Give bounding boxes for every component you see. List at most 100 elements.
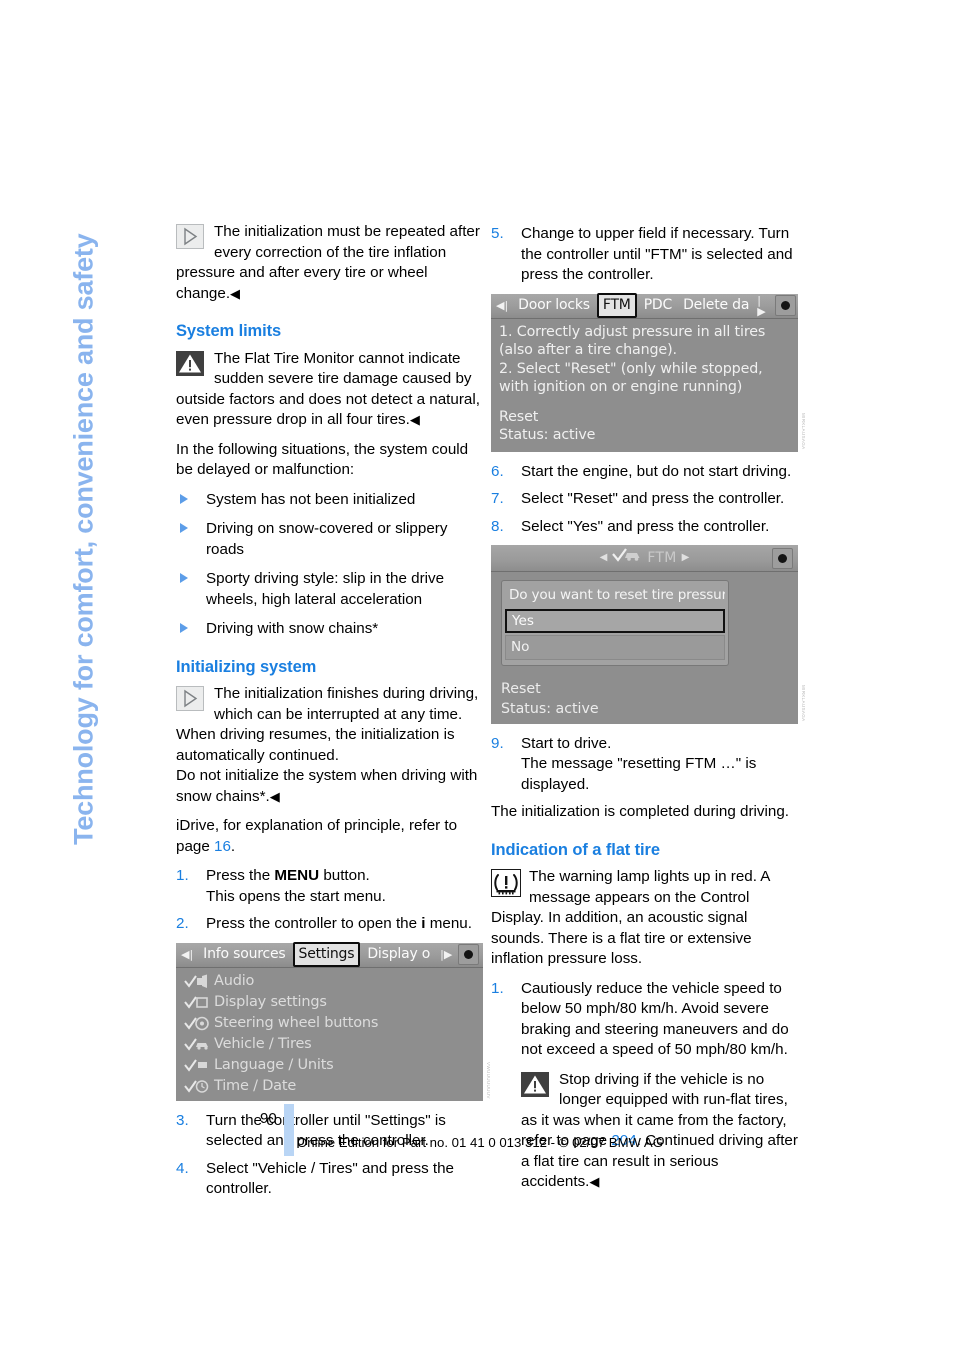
- idrive-reference-post: .: [230, 837, 236, 855]
- ftm-reset-item[interactable]: Reset: [501, 679, 788, 699]
- reset-confirm-dialog: Do you want to reset tire pressur Yes No: [501, 580, 729, 666]
- tab-info-sources[interactable]: Info sources: [199, 943, 289, 966]
- menu-row-label: Language / Units: [214, 1056, 334, 1073]
- step-number: 7.: [491, 490, 504, 507]
- menu-row-display-settings[interactable]: Display settings: [176, 992, 483, 1013]
- figure-id-label: MIRKLAUSAGA: [801, 685, 806, 722]
- note-initializing-text-3: Do not initialize the system when drivin…: [176, 767, 478, 805]
- right-arrow-icon[interactable]: |▶: [754, 295, 772, 317]
- note-triangle-icon: [176, 686, 206, 713]
- page-number: 90: [260, 1110, 277, 1127]
- menu-row-language-units[interactable]: Language / Units: [176, 1055, 483, 1076]
- check-language-icon: [184, 1058, 214, 1073]
- note-initializing-text-1: The initialization finishes during drivi…: [214, 685, 479, 723]
- tab-pdc[interactable]: PDC: [640, 294, 676, 317]
- tab-ftm[interactable]: FTM: [596, 293, 637, 318]
- step-text-line1: Start to drive.: [521, 734, 612, 752]
- dialog-option-yes[interactable]: Yes: [505, 608, 725, 633]
- menu-row-audio[interactable]: Audio: [176, 971, 483, 992]
- screenshot-settings-menu: ◀| Info sources Settings Display o |▶ Au…: [176, 942, 491, 1101]
- right-arrow-icon[interactable]: ▶: [682, 548, 690, 569]
- menu-row-time-date[interactable]: Time / Date: [176, 1076, 483, 1097]
- steps-6-8-list: 6. Start the engine, but do not start dr…: [491, 462, 798, 538]
- list-item: 6. Start the engine, but do not start dr…: [491, 462, 798, 483]
- step-text-line2: This opens the start menu.: [206, 887, 386, 905]
- ftm-body-line-3: 2. Select "Reset" (only while stopped,: [499, 360, 763, 377]
- chapter-tab: Technology for comfort, convenience and …: [0, 218, 168, 938]
- screenshot-reset-dialog: ◀ FTM ▶ Do you want to reset tire pressu…: [491, 545, 806, 724]
- menu-row-steering-wheel-buttons[interactable]: Steering wheel buttons: [176, 1013, 483, 1034]
- right-arrow-icon[interactable]: |▶: [437, 949, 455, 960]
- warning-flat-tire-text: The warning lamp lights up in red. A mes…: [491, 868, 770, 967]
- bullet-triangle-icon: [180, 493, 188, 504]
- list-item: System has not been initialized: [176, 490, 483, 511]
- tab-door-locks[interactable]: Door locks: [514, 294, 594, 317]
- note-initialization-repeat-text: The initialization must be repeated afte…: [176, 223, 480, 302]
- initializing-steps-list: 1. Press the MENU button. This opens the…: [176, 866, 483, 935]
- ftm-body-line-4: with ignition on or engine running): [499, 379, 743, 395]
- note-triangle-icon: [176, 224, 206, 251]
- warning-system-limits-text: The Flat Tire Monitor cannot indicate su…: [176, 349, 480, 429]
- left-arrow-icon[interactable]: ◀|: [493, 300, 511, 311]
- step-number: 3.: [176, 1111, 189, 1129]
- flat-tire-steps-list: 1. Cautiously reduce the vehicle speed t…: [491, 979, 798, 1193]
- ftm-status-item: Status: active: [501, 700, 599, 717]
- tab-delete-data[interactable]: Delete da: [679, 294, 751, 317]
- controller-knob-icon: [772, 548, 793, 569]
- menu-row-vehicle-tires[interactable]: Vehicle / Tires: [176, 1034, 483, 1055]
- warning-flat-tire-lamp: The warning lamp lights up in red. A mes…: [491, 867, 798, 970]
- list-item: 1. Cautiously reduce the vehicle speed t…: [491, 979, 798, 1193]
- list-item: 8. Select "Yes" and press the controller…: [491, 517, 798, 538]
- heading-indication-flat-tire: Indication of a flat tire: [491, 840, 660, 859]
- warning-system-limits: The Flat Tire Monitor cannot indicate su…: [176, 349, 483, 431]
- heading-system-limits: System limits: [176, 322, 282, 340]
- step-text: Change to upper field if necessary. Turn…: [521, 225, 793, 283]
- screenshot-menu-list: Audio Display settings Steering wheel bu…: [176, 968, 483, 1101]
- step-text: Select "Vehicle / Tires" and press the c…: [206, 1159, 455, 1198]
- dialog-option-no[interactable]: No: [505, 635, 725, 660]
- list-item: Driving on snow-covered or slippery road…: [176, 519, 483, 560]
- dialog-wrapper: Do you want to reset tire pressur Yes No: [491, 572, 798, 672]
- note-initializing: The initialization finishes during drivi…: [176, 684, 483, 807]
- system-limits-intro: In the following situations, the system …: [176, 440, 469, 479]
- list-item: 5. Change to upper field if necessary. T…: [491, 224, 798, 286]
- left-column: The initialization must be repeated afte…: [176, 222, 491, 1207]
- controller-knob-icon: [775, 295, 796, 316]
- note-initialization-repeat: The initialization must be repeated afte…: [176, 222, 483, 304]
- list-item-label: Sporty driving style: slip in the drive …: [206, 570, 445, 608]
- step-number: 6.: [491, 462, 504, 480]
- ftm-body-line-2: (also after a tire change).: [499, 342, 677, 358]
- menu-row-label: Vehicle / Tires: [214, 1035, 312, 1052]
- tab-display-options[interactable]: Display o: [363, 943, 434, 966]
- step-text: Cautiously reduce the vehicle speed to b…: [521, 979, 789, 1059]
- menu-row-label: Time / Date: [214, 1077, 297, 1094]
- check-steering-wheel-icon: [184, 1016, 214, 1031]
- step-text: Select "Reset" and press the controller.: [521, 490, 785, 507]
- dialog-question: Do you want to reset tire pressur: [509, 587, 725, 603]
- left-arrow-icon[interactable]: ◀|: [178, 949, 196, 960]
- list-item: Driving with snow chains*: [176, 619, 483, 640]
- step-text: Start the engine, but do not start drivi…: [521, 462, 792, 480]
- list-item: 1. Press the MENU button. This opens the…: [176, 866, 483, 907]
- ftm-status-item: Status: active: [499, 427, 596, 443]
- screenshot-title: FTM: [647, 549, 677, 566]
- list-item-label: System has not been initialized: [206, 490, 416, 508]
- bullet-triangle-icon: [180, 623, 188, 633]
- flat-tire-warning-lamp-icon: [491, 869, 521, 897]
- footer-accent-bar: [284, 1104, 294, 1156]
- end-mark: ◀: [269, 788, 280, 804]
- step-9-list: 9. Start to drive. The message "resettin…: [491, 734, 798, 796]
- page-reference-link[interactable]: 16: [214, 838, 231, 855]
- left-arrow-icon[interactable]: ◀: [600, 548, 608, 569]
- initialization-complete-note: The initialization is completed during d…: [491, 803, 789, 820]
- controller-knob-icon: [458, 944, 480, 965]
- screenshot-tabbar: ◀| Door locks FTM PDC Delete da |▶: [491, 293, 798, 319]
- list-item: 2. Press the controller to open the i me…: [176, 914, 483, 935]
- screenshot-tabbar: ◀| Info sources Settings Display o |▶: [176, 942, 483, 968]
- check-clock-icon: [184, 1079, 214, 1094]
- chapter-tab-label: Technology for comfort, convenience and …: [68, 233, 99, 845]
- end-mark: ◀: [230, 285, 241, 301]
- ftm-reset-item[interactable]: Reset: [499, 408, 790, 427]
- step-number: 9.: [491, 734, 504, 752]
- tab-settings[interactable]: Settings: [292, 942, 361, 967]
